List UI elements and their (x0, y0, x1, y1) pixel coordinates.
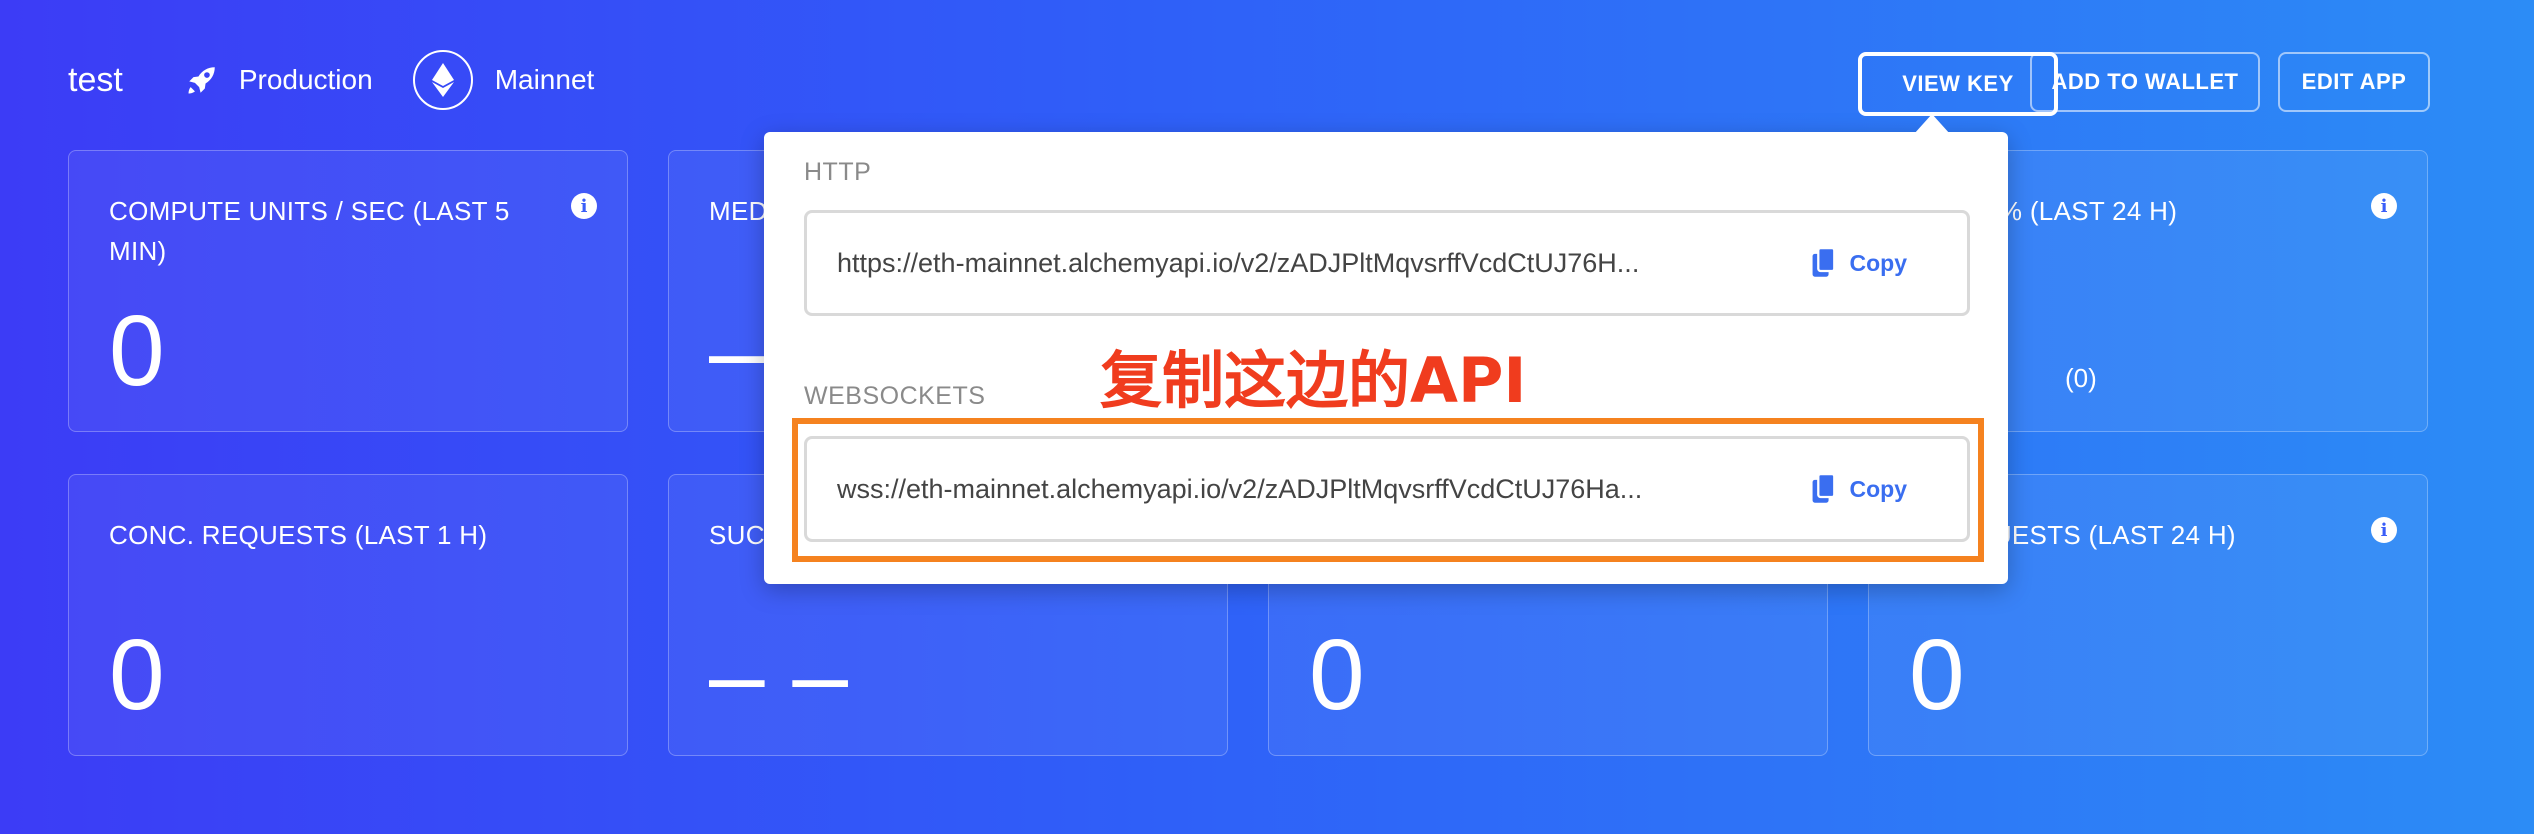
info-icon[interactable]: i (2371, 517, 2397, 543)
copy-label: Copy (1849, 249, 1908, 276)
info-icon[interactable]: i (2371, 193, 2397, 219)
network-label: Mainnet (494, 64, 595, 95)
rocket-icon (188, 67, 215, 94)
info-icon[interactable]: i (571, 193, 597, 219)
network-selector[interactable]: Mainnet (412, 50, 595, 110)
environment-selector[interactable]: Production (185, 63, 373, 97)
ethereum-icon (412, 50, 473, 110)
card-concurrent-requests: CONC. REQUESTS (LAST 1 H) 0 (68, 474, 628, 756)
edit-app-button[interactable]: EDIT APP (2278, 52, 2430, 112)
copy-icon (1812, 247, 1835, 277)
copy-http-button[interactable]: Copy (1810, 247, 1908, 279)
annotation-highlight-box (792, 418, 1984, 562)
http-url: https://eth-mainnet.alchemyapi.io/v2/zAD… (837, 247, 1640, 278)
card-value: – – (709, 619, 849, 731)
card-value: 0 (1909, 619, 1965, 731)
http-key-field[interactable]: https://eth-mainnet.alchemyapi.io/v2/zAD… (804, 210, 1970, 316)
add-to-wallet-button[interactable]: ADD TO WALLET (2030, 52, 2260, 112)
card-value: – (709, 295, 765, 407)
card-value: 0 (109, 295, 165, 407)
app-name: test (68, 60, 123, 99)
http-label: HTTP (804, 158, 872, 186)
card-label: CONC. REQUESTS (LAST 1 H) (109, 520, 488, 550)
annotation-text: 复制这边的API (1100, 344, 1527, 417)
card-compute-units: COMPUTE UNITS / SEC (LAST 5 MIN) i 0 (68, 150, 628, 432)
popover-caret (1914, 114, 1950, 134)
app-header: test Production Mainnet (68, 50, 594, 110)
card-label: COMPUTE UNITS / SEC (LAST 5 MIN) (109, 196, 510, 266)
websockets-label: WEBSOCKETS (804, 382, 986, 410)
card-subvalue: (0) (2065, 363, 2097, 393)
card-value: 0 (1309, 619, 1365, 731)
view-key-button[interactable]: VIEW KEY (1858, 52, 2058, 116)
card-value: 0 (109, 619, 165, 731)
environment-label: Production (238, 64, 373, 95)
